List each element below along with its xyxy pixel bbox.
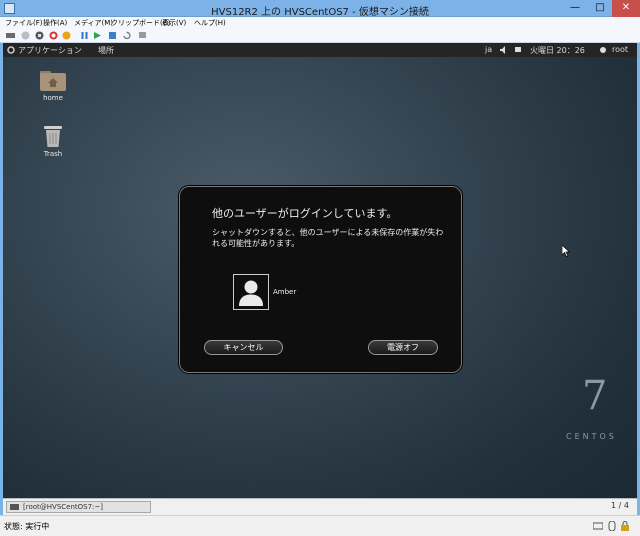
close-button[interactable]: ✕ (612, 0, 640, 17)
desktop-home-label: home (43, 94, 63, 102)
logged-in-user-name: Amber (273, 288, 297, 296)
desktop-home[interactable]: home (33, 69, 73, 102)
status-text: 状態: 実行中 (4, 522, 50, 531)
volume-icon[interactable] (500, 46, 509, 54)
user-avatar-icon (239, 280, 263, 306)
gnome-bottom-panel: [root@HVSCentOS7:~] 1 / 4 (3, 498, 637, 515)
user-menu[interactable]: root (612, 45, 628, 54)
start-icon[interactable] (21, 31, 30, 40)
taskbar-terminal-label: [root@HVSCentOS7:~] (23, 503, 103, 511)
pause-icon[interactable] (80, 31, 89, 40)
clock[interactable]: 火曜日 20：26 (530, 45, 585, 56)
network-icon[interactable] (514, 46, 522, 54)
resume-icon[interactable] (93, 31, 102, 40)
window-titlebar: HVS12R2 上の HVSCentOS7 - 仮想マシン接続 — □ ✕ (0, 0, 640, 18)
minimize-button[interactable]: — (562, 0, 588, 17)
menu-view[interactable]: 表示(V) (162, 18, 186, 28)
trash-icon (44, 126, 62, 147)
input-language[interactable]: ja (485, 45, 492, 54)
taskbar-terminal-item[interactable]: [root@HVSCentOS7:~] (6, 501, 151, 513)
folder-home-icon (40, 71, 66, 91)
toolbar (0, 29, 640, 43)
places-menu[interactable]: 場所 (98, 45, 114, 56)
gnome-top-bar: アプリケーション 場所 ja 火曜日 20：26 root (3, 43, 637, 57)
window-title: HVS12R2 上の HVSCentOS7 - 仮想マシン接続 (211, 7, 429, 18)
vm-screen[interactable]: アプリケーション 場所 ja 火曜日 20：26 root home Trash… (3, 43, 637, 515)
maximize-button[interactable]: □ (587, 0, 613, 17)
turn-off-icon[interactable] (35, 31, 44, 40)
ctrl-alt-del-icon[interactable] (6, 31, 15, 40)
menu-file[interactable]: ファイル(F) (5, 18, 43, 28)
shutdown-icon[interactable] (49, 31, 58, 40)
menu-media[interactable]: メディア(M) (74, 18, 113, 28)
workspace-indicator[interactable]: 1 / 4 (611, 501, 629, 510)
desktop-trash-label: Trash (43, 150, 63, 158)
terminal-icon (10, 504, 19, 510)
mouse-cursor-icon (562, 245, 570, 257)
power-off-button[interactable]: 電源オフ (368, 340, 438, 355)
dialog-message: シャットダウンすると、他のユーザーによる未保存の作業が失われる可能性があります。 (212, 228, 444, 248)
cancel-button[interactable]: キャンセル (204, 340, 283, 355)
menu-bar: ファイル(F) 操作(A) メディア(M) クリップボード(C) 表示(V) ヘ… (0, 17, 640, 29)
menu-action[interactable]: 操作(A) (43, 18, 67, 28)
lock-icon (621, 521, 629, 531)
status-bar: 状態: 実行中 (0, 515, 640, 536)
desktop-trash[interactable]: Trash (33, 125, 73, 158)
enhanced-session-icon[interactable] (138, 31, 147, 40)
gear-icon (7, 46, 15, 54)
centos-wordmark: CENTOS (566, 432, 617, 441)
applications-menu[interactable]: アプリケーション (18, 45, 82, 56)
power-off-dialog: 他のユーザーがログインしています。 シャットダウンすると、他のユーザーによる未保… (179, 186, 462, 373)
avatar (233, 274, 269, 310)
keyboard-icon (593, 522, 603, 530)
dialog-heading: 他のユーザーがログインしています。 (212, 207, 398, 220)
system-menu-icon[interactable] (599, 46, 607, 54)
mouse-icon (608, 521, 616, 531)
menu-help[interactable]: ヘルプ(H) (194, 18, 226, 28)
revert-icon[interactable] (122, 31, 131, 40)
centos-version-mark: 7 (582, 373, 608, 419)
checkpoint-icon[interactable] (108, 31, 117, 40)
save-icon[interactable] (62, 31, 71, 40)
